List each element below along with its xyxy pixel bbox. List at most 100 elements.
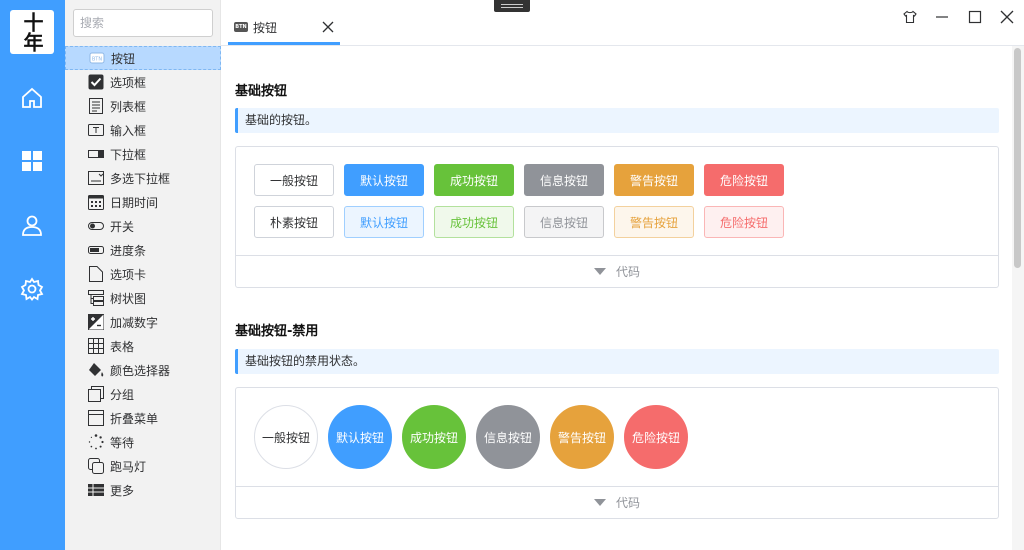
tab-label: 按钮: [253, 20, 278, 35]
success-button[interactable]: 成功按钮: [434, 206, 514, 238]
user-icon[interactable]: [20, 213, 46, 239]
sidebar-item[interactable]: 颜色选择器: [65, 358, 221, 382]
search-input[interactable]: [73, 9, 213, 37]
sidebar-item[interactable]: BTN 按钮: [65, 46, 221, 70]
group-icon: [88, 386, 104, 402]
code-label: 代码: [615, 496, 640, 510]
sidebar-item[interactable]: 等待: [65, 430, 221, 454]
spinner-icon: [88, 434, 104, 450]
sidebar-item[interactable]: 多选下拉框: [65, 166, 221, 190]
sidebar-item-label: 列表框: [110, 99, 147, 114]
sidebar-item[interactable]: 分组: [65, 382, 221, 406]
sidebar-item-label: 颜色选择器: [110, 363, 171, 378]
minimize-icon[interactable]: [932, 8, 952, 26]
primary-button[interactable]: 默认按钮: [344, 206, 424, 238]
sidebar-item[interactable]: 折叠菜单: [65, 406, 221, 430]
sidebar-item[interactable]: 下拉框: [65, 142, 221, 166]
sidebar-item-label: 跑马灯: [110, 459, 147, 474]
section-title-basic: 基础按钮: [235, 84, 288, 99]
close-window-icon[interactable]: [997, 8, 1017, 26]
default-button[interactable]: 一般按钮: [254, 405, 318, 469]
sidebar-item[interactable]: 加减数字: [65, 310, 221, 334]
scrollbar-thumb[interactable]: [1014, 48, 1021, 268]
primary-button[interactable]: 默认按钮: [328, 405, 392, 469]
sidebar: BTN 按钮选项框列表框输入框下拉框多选下拉框日期时间开关进度条选项卡树状图加减数…: [65, 0, 221, 550]
sidebar-item-label: 日期时间: [110, 195, 159, 210]
info-button[interactable]: 信息按钮: [524, 206, 604, 238]
sidebar-item[interactable]: 开关: [65, 214, 221, 238]
default-button[interactable]: 朴素按钮: [254, 206, 334, 238]
section-title-disabled: 基础按钮-禁用: [235, 324, 319, 339]
warning-button[interactable]: 警告按钮: [614, 206, 694, 238]
sidebar-item[interactable]: 树状图: [65, 286, 221, 310]
sidebar-item-label: 表格: [110, 339, 135, 354]
switch-icon: [88, 218, 104, 234]
sidebar-item-label: 更多: [110, 483, 135, 498]
plus-minus-icon: [88, 314, 104, 330]
sidebar-item-label: 树状图: [110, 291, 147, 306]
sidebar-item[interactable]: 输入框: [65, 118, 221, 142]
table-icon: [88, 338, 104, 354]
success-button[interactable]: 成功按钮: [402, 405, 466, 469]
sidebar-item[interactable]: 选项卡: [65, 262, 221, 286]
sidebar-item-label: 输入框: [110, 123, 147, 138]
sidebar-item-label: 按钮: [111, 51, 136, 66]
sidebar-item[interactable]: 更多: [65, 478, 221, 502]
sidebar-item-label: 选项框: [110, 75, 147, 90]
section-tip-basic: 基础的按钮。: [235, 108, 999, 133]
show-code-toggle[interactable]: 代码: [236, 255, 998, 287]
more-icon: [88, 482, 104, 498]
sidebar-item[interactable]: 选项框: [65, 70, 221, 94]
sidebar-nav: BTN 按钮选项框列表框输入框下拉框多选下拉框日期时间开关进度条选项卡树状图加减数…: [65, 46, 221, 502]
success-button[interactable]: 成功按钮: [434, 164, 514, 196]
sidebar-item[interactable]: 表格: [65, 334, 221, 358]
tab-icon: [88, 266, 104, 282]
sidebar-item[interactable]: 日期时间: [65, 190, 221, 214]
caret-down-icon: [593, 499, 606, 506]
home-icon[interactable]: [20, 86, 46, 112]
code-label: 代码: [615, 265, 640, 279]
danger-button[interactable]: 危险按钮: [704, 164, 784, 196]
btn-badge-icon: BTN: [234, 22, 248, 32]
section-tip-disabled: 基础按钮的禁用状态。: [235, 349, 999, 374]
sidebar-item[interactable]: 进度条: [65, 238, 221, 262]
multi-dropdown-icon: [88, 170, 104, 186]
settings-icon[interactable]: [20, 277, 46, 303]
paint-bucket-icon: [88, 362, 104, 378]
divider: [221, 45, 1024, 46]
grid-icon[interactable]: [20, 149, 46, 175]
sidebar-item[interactable]: 跑马灯: [65, 454, 221, 478]
drag-handle[interactable]: [494, 0, 530, 12]
btn-icon: BTN: [89, 50, 105, 66]
sidebar-item-label: 开关: [110, 219, 135, 234]
input-icon: [88, 122, 104, 138]
danger-button[interactable]: 危险按钮: [624, 405, 688, 469]
progress-icon: [88, 242, 104, 258]
warning-button[interactable]: 警告按钮: [550, 405, 614, 469]
checkbox-icon: [88, 74, 104, 90]
demo-disabled: 一般按钮 默认按钮 成功按钮 信息按钮 警告按钮 危险按钮 代码: [235, 387, 999, 519]
tab-buttons[interactable]: BTN 按钮: [228, 12, 340, 45]
sidebar-item-label: 折叠菜单: [110, 411, 159, 426]
app-rail: 十年: [0, 0, 65, 550]
sidebar-item-label: 选项卡: [110, 267, 147, 282]
warning-button[interactable]: 警告按钮: [614, 164, 694, 196]
sidebar-item-label: 进度条: [110, 243, 147, 258]
default-button[interactable]: 一般按钮: [254, 164, 334, 196]
svg-text:BTN: BTN: [92, 57, 102, 63]
sidebar-item[interactable]: 列表框: [65, 94, 221, 118]
danger-button[interactable]: 危险按钮: [704, 206, 784, 238]
sidebar-item-label: 加减数字: [110, 315, 159, 330]
maximize-icon[interactable]: [965, 8, 985, 26]
sidebar-item-label: 多选下拉框: [110, 171, 171, 186]
tree-icon: [88, 290, 104, 306]
skin-icon[interactable]: [900, 8, 920, 26]
collapse-menu-icon: [88, 410, 104, 426]
show-code-toggle[interactable]: 代码: [236, 486, 998, 518]
demo-basic: 一般按钮 默认按钮 成功按钮 信息按钮 警告按钮 危险按钮 朴素按钮 默认按钮 成功按钮 信息按…: [235, 146, 999, 288]
info-button[interactable]: 信息按钮: [524, 164, 604, 196]
primary-button[interactable]: 默认按钮: [344, 164, 424, 196]
sidebar-item-label: 下拉框: [110, 147, 147, 162]
close-icon[interactable]: [322, 21, 334, 33]
info-button[interactable]: 信息按钮: [476, 405, 540, 469]
